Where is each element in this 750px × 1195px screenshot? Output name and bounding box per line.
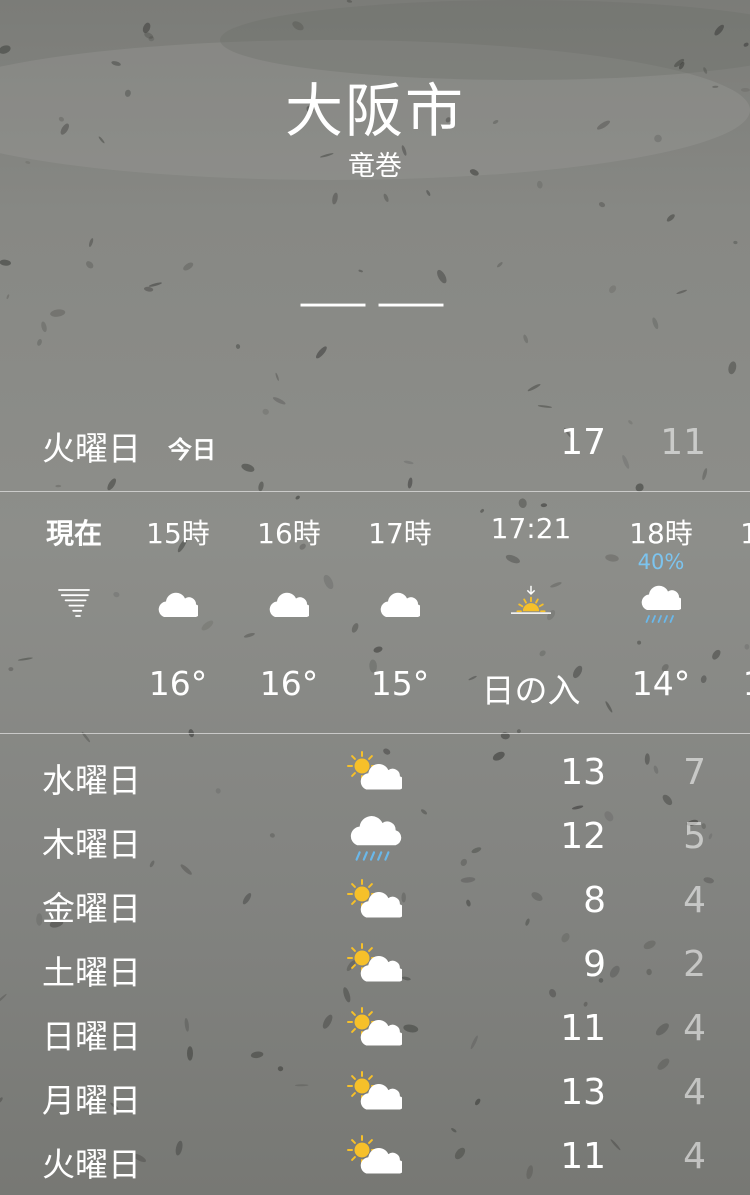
- hourly-item: 15時 16°: [118, 492, 238, 732]
- daily-high: 13: [560, 752, 606, 793]
- hourly-temperature: 16°: [259, 664, 319, 703]
- hourly-forecast-strip[interactable]: 現在15時16°16時16°17時15°17:21 日の入18時40%14°19…: [0, 492, 750, 732]
- city-name: 大阪市: [284, 77, 465, 145]
- hourly-item: 現在: [14, 492, 134, 732]
- daily-high: 11: [560, 1136, 606, 1177]
- daily-low: 4: [683, 880, 706, 921]
- hourly-time: 17:21: [490, 512, 572, 545]
- hourly-time: 19時: [740, 517, 750, 550]
- current-temperature: ——: [297, 258, 453, 342]
- today-day-label: 火曜日: [42, 429, 141, 468]
- partly-sunny-icon: [346, 750, 405, 798]
- daily-day: 月曜日: [42, 1081, 141, 1120]
- daily-row: 火曜日 11 4: [0, 1126, 750, 1190]
- daily-low: 4: [683, 1008, 706, 1049]
- partly-sunny-icon: [346, 1134, 405, 1182]
- daily-high: 9: [583, 944, 606, 985]
- hourly-item: 16時 16°: [229, 492, 349, 732]
- divider: [0, 733, 750, 734]
- weather-condition: 竜巻: [348, 151, 402, 182]
- hourly-temperature: 14°: [712, 664, 750, 703]
- precipitation-chance: 40%: [637, 550, 685, 574]
- hourly-temperature: 16°: [148, 664, 208, 703]
- daily-day: 火曜日: [42, 1145, 141, 1184]
- daily-row: 日曜日 11 4: [0, 998, 750, 1062]
- sunset-icon: [511, 584, 551, 624]
- daily-day: 土曜日: [42, 953, 141, 992]
- partly-sunny-icon: [346, 1006, 405, 1054]
- tornado-icon: [54, 584, 94, 624]
- hourly-time: 16時: [257, 517, 321, 550]
- daily-high: 12: [560, 816, 606, 857]
- partly-sunny-icon: [346, 942, 405, 990]
- daily-low: 4: [683, 1136, 706, 1177]
- hourly-time: 15時: [146, 517, 210, 550]
- hourly-temperature: 15°: [370, 664, 430, 703]
- hourly-temperature: 日の入: [481, 671, 581, 710]
- cloud-icon: [158, 584, 201, 624]
- daily-row: 金曜日 8 4: [0, 870, 750, 934]
- hourly-time: 現在: [45, 517, 102, 550]
- daily-low: 4: [683, 1072, 706, 1113]
- daily-row: 土曜日 9 2: [0, 934, 750, 998]
- daily-row: 水曜日 13 7: [0, 742, 750, 806]
- cloud-icon: [380, 584, 423, 624]
- hourly-temperature: 14°: [631, 664, 691, 703]
- cloud-rain-icon: [641, 584, 684, 624]
- cloud-icon: [269, 584, 312, 624]
- partly-sunny-icon: [346, 878, 405, 926]
- daily-high: 8: [583, 880, 606, 921]
- cloud-rain-icon: [346, 814, 402, 862]
- daily-day: 金曜日: [42, 889, 141, 928]
- hourly-time: 17時: [368, 517, 432, 550]
- today-summary: 火曜日 今日 17 11: [0, 418, 750, 470]
- daily-low: 5: [683, 816, 706, 857]
- daily-row: 木曜日 12 5: [0, 806, 750, 870]
- daily-day: 日曜日: [42, 1017, 141, 1056]
- today-tag: 今日: [168, 436, 216, 464]
- daily-day: 水曜日: [42, 761, 141, 800]
- daily-row: 月曜日 13 4: [0, 1062, 750, 1126]
- precipitation-chance: 60%: [712, 550, 750, 574]
- partly-sunny-icon: [346, 1070, 405, 1118]
- hourly-item: 17:21 日の入: [471, 492, 591, 732]
- daily-high: 11: [560, 1008, 606, 1049]
- hourly-item: 17時 15°: [340, 492, 460, 732]
- today-low: 11: [660, 422, 706, 463]
- today-high: 17: [560, 422, 606, 463]
- daily-day: 木曜日: [42, 825, 141, 864]
- hourly-time: 18時: [629, 517, 693, 550]
- hourly-item: 19時60% 14°: [712, 492, 750, 732]
- daily-high: 13: [560, 1072, 606, 1113]
- hourly-item: 18時 40% 14°: [601, 492, 721, 732]
- daily-low: 2: [683, 944, 706, 985]
- daily-low: 7: [683, 752, 706, 793]
